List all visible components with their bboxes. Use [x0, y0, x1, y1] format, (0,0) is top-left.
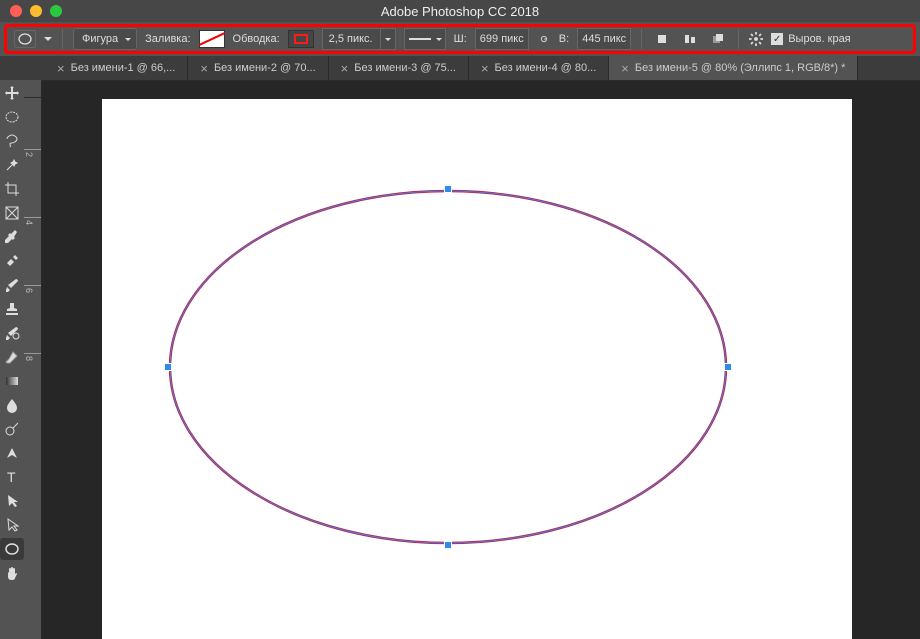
tool-preset-down-icon[interactable]	[44, 37, 52, 45]
wand-tool[interactable]	[0, 154, 24, 176]
move-tool[interactable]	[0, 82, 24, 104]
ellipse-shape-tool[interactable]	[0, 538, 24, 560]
marquee-tool[interactable]	[0, 106, 24, 128]
stroke-swatch[interactable]	[288, 30, 314, 48]
document-tab[interactable]: × Без имени-5 @ 80% (Эллипс 1, RGB/8*) *	[609, 56, 858, 80]
stroke-width-dropdown[interactable]	[380, 28, 396, 50]
width-label: Ш:	[454, 33, 467, 45]
document-tabs: × Без имени-1 @ 66,... × Без имени-2 @ 70..…	[0, 56, 920, 80]
tab-label: Без имени-2 @ 70...	[214, 62, 316, 74]
hand-tool[interactable]	[0, 562, 24, 584]
document-tab[interactable]: × Без имени-1 @ 66,...	[45, 56, 188, 80]
minimize-window-button[interactable]	[30, 5, 42, 17]
gear-icon[interactable]	[749, 32, 763, 46]
ruler-tick: 4	[24, 217, 41, 285]
path-alignment-button[interactable]	[680, 29, 700, 49]
separator	[738, 29, 739, 49]
stamp-tool[interactable]	[0, 298, 24, 320]
history-brush-tool[interactable]	[0, 322, 24, 344]
solid-line-icon	[409, 38, 431, 40]
ruler-tick: 8	[24, 353, 41, 421]
ellipse-shape[interactable]	[168, 189, 728, 545]
direct-selection-tool[interactable]	[0, 514, 24, 536]
close-tab-icon[interactable]: ×	[200, 61, 208, 76]
align-edges-checkbox[interactable]: ✓ Выров. края	[771, 33, 850, 45]
path-arrangement-button[interactable]	[708, 29, 728, 49]
close-tab-icon[interactable]: ×	[481, 61, 489, 76]
stroke-style-dropdown[interactable]	[404, 28, 446, 50]
viewport[interactable]	[42, 81, 920, 639]
pen-tool[interactable]	[0, 442, 24, 464]
stroke-width-input[interactable]	[322, 28, 380, 50]
app-title: Adobe Photoshop CC 2018	[381, 4, 539, 19]
healing-tool[interactable]	[0, 250, 24, 272]
height-label: В:	[559, 33, 569, 45]
ruler-tick: 6	[24, 285, 41, 353]
align-edges-label: Выров. края	[788, 33, 850, 45]
close-window-button[interactable]	[10, 5, 22, 17]
lasso-tool[interactable]	[0, 130, 24, 152]
ruler-origin[interactable]	[24, 80, 42, 98]
fill-label: Заливка:	[145, 33, 190, 45]
gradient-tool[interactable]	[0, 370, 24, 392]
title-bar: Adobe Photoshop CC 2018	[0, 0, 920, 22]
tab-label: Без имени-5 @ 80% (Эллипс 1, RGB/8*) *	[635, 62, 846, 74]
shape-mode-dropdown[interactable]: Фигура	[73, 28, 137, 50]
canvas-area: 024681012141618202224 02468	[24, 80, 920, 611]
path-operations-button[interactable]	[652, 29, 672, 49]
fill-swatch[interactable]	[199, 30, 225, 48]
window-controls	[0, 5, 62, 17]
vertical-ruler[interactable]: 02468	[24, 81, 42, 639]
close-tab-icon[interactable]: ×	[57, 61, 65, 76]
separator	[641, 29, 642, 49]
height-input[interactable]	[577, 28, 631, 50]
separator	[62, 29, 63, 49]
shape-mode-label: Фигура	[82, 33, 118, 45]
close-tab-icon[interactable]: ×	[341, 61, 349, 76]
transform-handle-w[interactable]	[164, 363, 172, 371]
link-dimensions-icon[interactable]	[537, 32, 551, 46]
tab-label: Без имени-1 @ 66,...	[71, 62, 176, 74]
svg-text:T: T	[7, 469, 16, 485]
transform-handle-e[interactable]	[724, 363, 732, 371]
type-tool[interactable]: T	[0, 466, 24, 488]
transform-handle-n[interactable]	[444, 185, 452, 193]
blur-tool[interactable]	[0, 394, 24, 416]
document-tab[interactable]: × Без имени-4 @ 80...	[469, 56, 609, 80]
tools-panel: T	[0, 80, 24, 611]
transform-handle-s[interactable]	[444, 541, 452, 549]
zoom-window-button[interactable]	[50, 5, 62, 17]
dodge-tool[interactable]	[0, 418, 24, 440]
checkbox-checked-icon: ✓	[771, 33, 783, 45]
crop-tool[interactable]	[0, 178, 24, 200]
eyedropper-tool[interactable]	[0, 226, 24, 248]
brush-tool[interactable]	[0, 274, 24, 296]
ruler-tick: 2	[24, 149, 41, 217]
document-tab[interactable]: × Без имени-2 @ 70...	[188, 56, 328, 80]
ellipse-tool-icon[interactable]	[14, 30, 36, 48]
stroke-label: Обводка:	[233, 33, 280, 45]
path-selection-tool[interactable]	[0, 490, 24, 512]
frame-tool[interactable]	[0, 202, 24, 224]
tab-label: Без имени-4 @ 80...	[495, 62, 597, 74]
stroke-width-field	[322, 28, 396, 50]
document-tab[interactable]: × Без имени-3 @ 75...	[329, 56, 469, 80]
canvas[interactable]	[102, 99, 852, 639]
eraser-tool[interactable]	[0, 346, 24, 368]
tab-label: Без имени-3 @ 75...	[354, 62, 456, 74]
width-input[interactable]	[475, 28, 529, 50]
close-tab-icon[interactable]: ×	[621, 61, 629, 76]
options-bar: Фигура Заливка: Обводка: Ш: В:	[0, 22, 920, 56]
